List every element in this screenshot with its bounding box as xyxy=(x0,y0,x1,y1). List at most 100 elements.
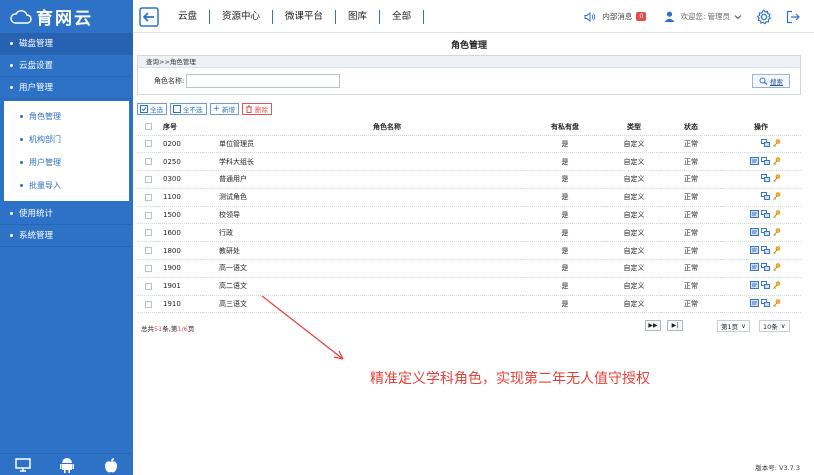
table-row[interactable]: 0200 单位管理员是自定义 正常 xyxy=(137,135,801,154)
view-icon[interactable] xyxy=(750,210,759,219)
trash-icon xyxy=(246,105,253,113)
sidebar-subitem-label: 批量导入 xyxy=(29,181,61,190)
row-checkbox[interactable] xyxy=(144,211,152,219)
view-icon[interactable] xyxy=(750,263,759,272)
row-role-name: 高一语文 xyxy=(203,259,523,278)
row-checkbox[interactable] xyxy=(144,140,152,148)
key-icon[interactable] xyxy=(772,245,781,254)
view-icon[interactable] xyxy=(750,245,759,254)
android-icon[interactable] xyxy=(60,457,75,473)
nav-item-all[interactable]: 全部 xyxy=(379,9,425,24)
user-menu[interactable]: 欢迎您: 管理员 xyxy=(664,11,742,22)
add-label: 新增 xyxy=(222,106,236,114)
row-checkbox[interactable] xyxy=(144,264,152,272)
row-checkbox[interactable] xyxy=(144,158,152,166)
sidebar-item-disk-management[interactable]: 磁盘管理 xyxy=(0,33,133,55)
row-type: 自定义 xyxy=(607,295,661,314)
key-icon[interactable] xyxy=(772,174,781,183)
sidebar-item-user-management[interactable]: 用户管理 xyxy=(0,77,133,99)
search-button[interactable]: 搜索 xyxy=(752,74,790,88)
gear-icon[interactable] xyxy=(756,8,772,25)
logout-icon[interactable] xyxy=(786,10,800,24)
nav-item-resource-center[interactable]: 资源中心 xyxy=(209,9,272,24)
row-role-name: 学科大组长 xyxy=(203,152,523,172)
row-checkbox[interactable] xyxy=(144,282,152,290)
row-checkbox[interactable] xyxy=(144,175,152,183)
nav-item-microcourse[interactable]: 微课平台 xyxy=(272,9,335,24)
row-checkbox[interactable] xyxy=(144,193,152,201)
select-all-button[interactable]: 全选 xyxy=(137,103,167,115)
last-page-button[interactable]: ▶| xyxy=(667,320,683,332)
permission-icon[interactable] xyxy=(761,174,770,183)
desktop-icon[interactable] xyxy=(15,457,31,472)
key-icon[interactable] xyxy=(772,192,781,201)
table-row[interactable]: 0250 学科大组长是自定义 正常 xyxy=(137,152,801,172)
view-icon[interactable] xyxy=(750,227,759,236)
back-arrow-icon[interactable] xyxy=(139,7,159,27)
deselect-all-button[interactable]: 全不选 xyxy=(170,103,207,115)
sidebar-item-cloud-settings[interactable]: 云盘设置 xyxy=(0,55,133,77)
apple-icon[interactable] xyxy=(104,457,118,473)
sidebar-subitem-roles[interactable]: 角色管理 xyxy=(4,105,129,128)
delete-label: 删除 xyxy=(255,106,269,114)
permission-icon[interactable] xyxy=(761,227,770,236)
next-page-button[interactable]: ▶▶ xyxy=(645,320,661,332)
table-row[interactable]: 0300 普通用户是自定义 正常 xyxy=(137,170,801,189)
key-icon[interactable] xyxy=(772,263,781,272)
table-row[interactable]: 1901 高二语文是自定义 正常 xyxy=(137,277,801,296)
table-row[interactable]: 1600 行政是自定义 正常 xyxy=(137,223,801,243)
row-type: 自定义 xyxy=(607,223,661,243)
table-row[interactable]: 1910 高三语文是自定义 正常 xyxy=(137,295,801,314)
permission-icon[interactable] xyxy=(761,156,770,165)
search-panel: 查询>>角色管理 角色名称: 搜索 xyxy=(137,55,801,95)
row-seq: 1500 xyxy=(159,206,203,225)
table-row[interactable]: 1900 高一语文是自定义 正常 xyxy=(137,259,801,278)
table-row[interactable]: 1800 教研处是自定义 正常 xyxy=(137,241,801,261)
permission-icon[interactable] xyxy=(761,192,770,201)
add-button[interactable]: + 新增 xyxy=(209,103,240,115)
view-icon[interactable] xyxy=(750,281,759,290)
nav-item-gallery[interactable]: 图库 xyxy=(335,9,379,24)
permission-icon[interactable] xyxy=(761,281,770,290)
page-select[interactable]: 第1页 ∨ xyxy=(717,320,750,333)
select-all-checkbox[interactable] xyxy=(144,123,152,131)
key-icon[interactable] xyxy=(772,281,781,290)
sidebar-subitem-departments[interactable]: 机构部门 xyxy=(4,128,129,151)
key-icon[interactable] xyxy=(772,139,781,147)
role-name-input[interactable] xyxy=(186,74,341,88)
key-icon[interactable] xyxy=(772,299,781,307)
permission-icon[interactable] xyxy=(761,138,770,147)
total-prefix: 总共 xyxy=(141,325,154,334)
row-checkbox-cell xyxy=(137,259,159,278)
row-role-name: 测试角色 xyxy=(203,188,523,207)
key-icon[interactable] xyxy=(772,228,781,236)
permission-icon[interactable] xyxy=(761,299,770,308)
sidebar-item-statistics[interactable]: 使用统计 xyxy=(0,203,133,225)
key-icon[interactable] xyxy=(772,210,781,218)
nav-item-cloud[interactable]: 云盘 xyxy=(168,10,209,24)
row-type: 自定义 xyxy=(607,277,661,296)
permission-icon[interactable] xyxy=(761,245,770,254)
key-icon[interactable] xyxy=(772,156,781,165)
table-row[interactable]: 1500 校领导是自定义 正常 xyxy=(137,206,801,225)
row-checkbox[interactable] xyxy=(144,247,152,255)
row-operations xyxy=(721,295,801,314)
table-row[interactable]: 1100 测试角色是自定义 正常 xyxy=(137,188,801,207)
row-private-disk: 是 xyxy=(523,277,607,296)
view-icon[interactable] xyxy=(750,156,759,165)
sidebar-item-system[interactable]: 系统管理 xyxy=(0,225,133,247)
permission-icon[interactable] xyxy=(761,210,770,219)
logo[interactable]: 育网云 xyxy=(0,0,133,33)
sidebar-subitem-users[interactable]: 用户管理 xyxy=(4,151,129,174)
sidebar-subitem-batch-import[interactable]: 批量导入 xyxy=(4,174,129,197)
row-checkbox[interactable] xyxy=(144,229,152,237)
messages[interactable]: 内部消息 0 xyxy=(584,11,647,22)
messages-count-badge: 0 xyxy=(636,12,647,21)
page-size-select[interactable]: 10条 ∨ xyxy=(759,320,790,333)
view-icon[interactable] xyxy=(750,299,759,308)
sidebar-item-label: 用户管理 xyxy=(19,83,54,93)
delete-button[interactable]: 删除 xyxy=(242,103,273,115)
permission-icon[interactable] xyxy=(761,263,770,272)
speaker-icon xyxy=(584,11,596,22)
row-checkbox[interactable] xyxy=(144,300,152,308)
